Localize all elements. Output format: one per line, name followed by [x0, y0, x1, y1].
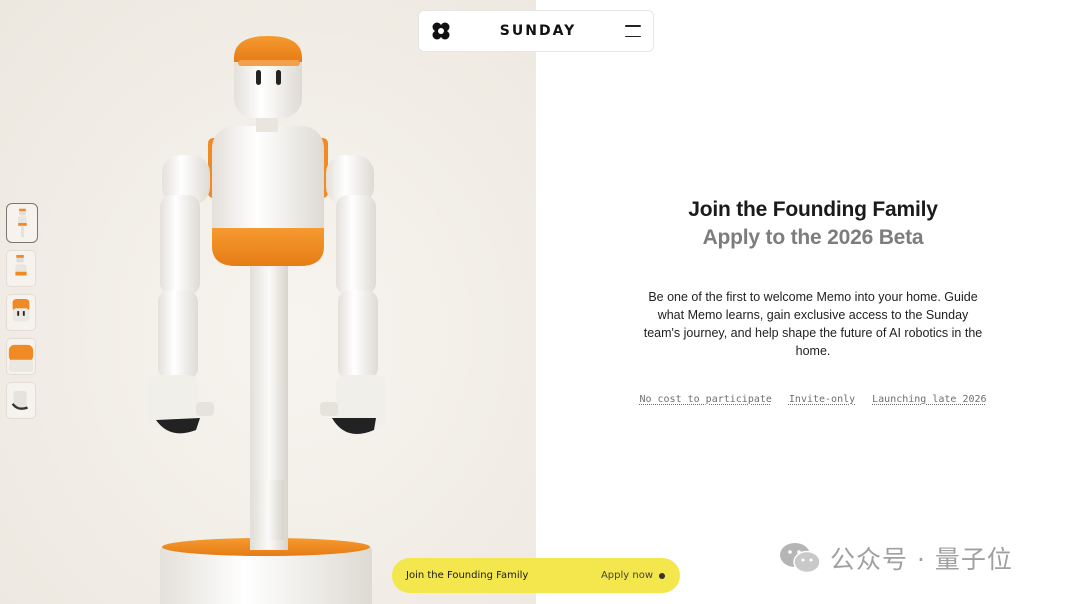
robot-head-thumbnail-icon: [12, 298, 30, 322]
thumb-hand-closeup[interactable]: [6, 382, 36, 419]
thumb-full-robot[interactable]: [6, 203, 38, 243]
watermark-text: 公众号 · 量子位: [830, 545, 1013, 574]
apply-cta-bar[interactable]: Join the Founding Family Apply now: [392, 558, 680, 593]
robot-cap-thumbnail-icon: [8, 344, 34, 372]
thumbnail-gallery: [6, 203, 38, 419]
flower-logo-icon[interactable]: [431, 21, 451, 41]
thumb-side-view[interactable]: [6, 250, 36, 287]
page-title: Join the Founding Family: [688, 198, 938, 221]
apply-now-label: Apply now: [600, 570, 653, 581]
product-hero-panel: [0, 0, 536, 604]
tag-invite-only[interactable]: Invite-only: [789, 394, 855, 405]
wechat-watermark: 公众号 · 量子位: [778, 540, 1013, 576]
beta-description: Be one of the first to welcome Memo into…: [643, 290, 983, 358]
beta-signup-section: Join the Founding Family Apply to the 20…: [540, 0, 1080, 604]
page-subtitle: Apply to the 2026 Beta: [702, 226, 924, 249]
beta-feature-tags: No cost to participate Invite-only Launc…: [540, 394, 1080, 405]
robot-side-thumbnail-icon: [15, 254, 27, 276]
robot-hand-thumbnail-icon: [11, 390, 28, 410]
tag-no-cost[interactable]: No cost to participate: [639, 394, 771, 405]
thumb-head-closeup[interactable]: [6, 294, 36, 331]
tag-launch-date[interactable]: Launching late 2026: [872, 394, 986, 405]
thumb-cap-closeup[interactable]: [6, 338, 36, 375]
cta-label: Join the Founding Family: [406, 570, 529, 581]
memo-robot-image: [148, 36, 386, 604]
apply-now-button[interactable]: Apply now: [601, 570, 665, 581]
robot-thumbnail-icon: [18, 208, 27, 238]
wechat-logo-icon: [780, 543, 821, 574]
dot-icon: [659, 572, 665, 579]
